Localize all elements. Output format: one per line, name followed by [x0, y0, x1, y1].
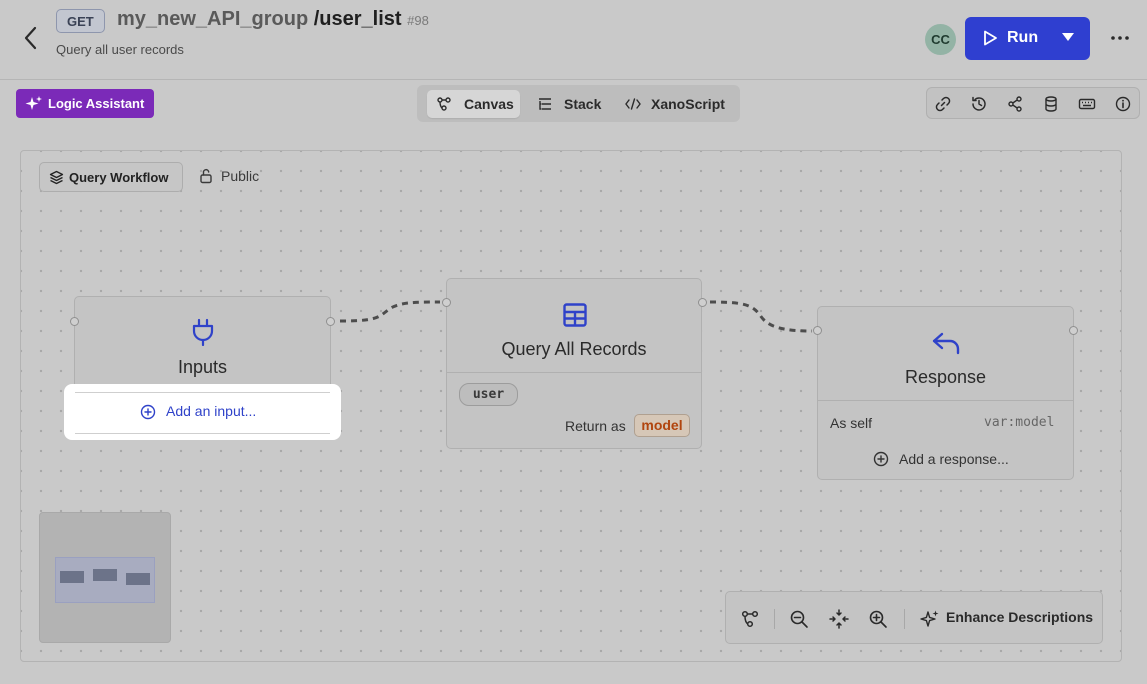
fit-view-icon[interactable] [829, 609, 849, 629]
response-node-out-port[interactable] [1069, 326, 1078, 335]
inputs-node-in-port[interactable] [70, 317, 79, 326]
inputs-node-title: Inputs [177, 357, 228, 377]
toolbar-divider [904, 609, 905, 629]
workflow-layout-icon[interactable] [740, 609, 760, 629]
response-node-title: Response [904, 367, 987, 387]
table-chip[interactable]: user [459, 383, 518, 406]
return-as-label: Return as [565, 418, 626, 434]
inputs-node-out-port[interactable] [326, 317, 335, 326]
connector-inputs-query [339, 300, 441, 323]
enhance-descriptions-button[interactable]: Enhance Descriptions [946, 609, 1093, 625]
minimap-node [93, 569, 117, 581]
plus-circle-icon [140, 404, 156, 420]
minimap-viewport[interactable] [55, 557, 155, 603]
reply-icon [932, 332, 960, 355]
minimap-node [60, 571, 84, 583]
query-node-in-port[interactable] [442, 298, 451, 307]
query-node-out-port[interactable] [698, 298, 707, 307]
sparkle-icon [920, 610, 939, 627]
as-self-value: var:model [984, 415, 1055, 430]
query-node-title: Query All Records [501, 339, 647, 359]
zoom-in-icon[interactable] [868, 609, 888, 629]
connector-query-response [709, 300, 813, 333]
zoom-out-icon[interactable] [789, 609, 809, 629]
table-icon [563, 303, 587, 327]
as-self-label: As self [830, 415, 873, 431]
add-input-label: Add an input... [166, 403, 257, 419]
plus-circle-icon [873, 451, 889, 467]
add-response-label: Add a response... [899, 451, 1009, 467]
response-node-divider [818, 400, 1073, 401]
plug-icon [192, 318, 214, 346]
canvas-controls: Enhance Descriptions [725, 591, 1103, 644]
return-as-value-chip[interactable]: model [634, 414, 690, 437]
toolbar-divider [774, 609, 775, 629]
add-input-button[interactable]: Add an input... [75, 392, 330, 434]
minimap-node [126, 573, 150, 585]
response-node-in-port[interactable] [813, 326, 822, 335]
query-node-divider [447, 372, 701, 373]
